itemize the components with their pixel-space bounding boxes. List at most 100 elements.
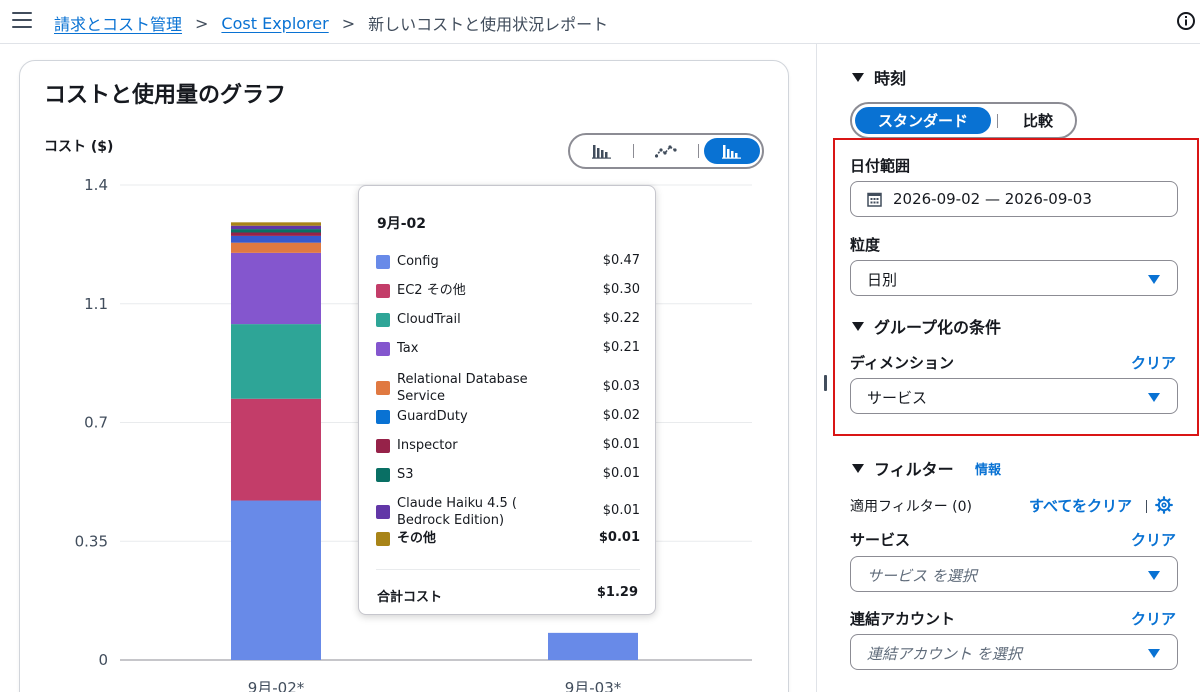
gear-icon[interactable] [1155, 496, 1173, 514]
tooltip-service-name: EC2 その他 [397, 283, 466, 298]
chart-type-selector [568, 133, 764, 169]
legend-swatch [376, 467, 390, 482]
mode-divider [997, 114, 998, 128]
legend-swatch [376, 409, 390, 424]
tooltip-service-value: $0.03 [602, 379, 640, 394]
filter-info-link[interactable]: 情報 [975, 459, 1001, 478]
caret-down-icon [852, 73, 864, 82]
breadcrumb-current-page: 新しいコストと使用状況レポート [368, 15, 609, 34]
tooltip-row: GuardDuty $0.02 [376, 408, 640, 425]
tooltip-row: Claude Haiku 4.5 ( Bedrock Edition) $0.01 [376, 495, 640, 529]
tooltip-row: Config $0.47 [376, 253, 640, 270]
tooltip-service-name: Relational Database Service [397, 372, 528, 404]
tooltip-service-name: GuardDuty [397, 409, 468, 424]
bar-segment[interactable] [231, 398, 321, 501]
caret-down-icon [852, 322, 864, 331]
breadcrumb-separator: > [195, 13, 209, 33]
stacked-bar-chart-icon[interactable] [704, 138, 760, 164]
line-chart-icon[interactable] [638, 138, 694, 164]
y-axis-title: コスト ($) [44, 139, 114, 155]
tooltip-service-name: S3 [397, 467, 414, 482]
bar-segment[interactable] [231, 225, 321, 230]
date-range-label: 日付範囲 [850, 157, 911, 175]
chart-card-title: コストと使用量のグラフ [44, 83, 287, 108]
filter-section-header[interactable]: フィルター [852, 456, 954, 480]
tooltip-service-name: Inspector [397, 438, 458, 453]
bar-segment[interactable] [231, 242, 321, 253]
chart-tooltip: 9月-02 合計コスト $1.29 Config $0.47 EC2 その他 $0.3… [358, 185, 656, 615]
tooltip-service-value: $0.47 [602, 252, 640, 268]
tooltip-row: Inspector $0.01 [376, 437, 640, 454]
tooltip-service-value: $0.01 [602, 465, 640, 481]
tooltip-title: 9月-02 [377, 216, 427, 232]
legend-swatch [376, 381, 390, 395]
group-by-section-header[interactable]: グループ化の条件 [852, 314, 1001, 338]
applied-filters-count: 適用フィルター (0) [850, 499, 973, 515]
panel-divider [816, 44, 817, 692]
bar-segment[interactable] [231, 252, 321, 325]
breadcrumb-cost-explorer-link[interactable]: Cost Explorer [221, 14, 328, 33]
linked-account-label: 連結アカウント [850, 610, 956, 628]
info-icon[interactable] [1176, 11, 1196, 31]
tooltip-row: Tax $0.21 [376, 340, 640, 357]
tooltip-service-value: $0.21 [602, 339, 640, 355]
compare-mode-button[interactable]: 比較 [1008, 107, 1068, 134]
granularity-label: 粒度 [850, 236, 881, 254]
tooltip-row: Relational Database Service $0.03 [376, 371, 640, 405]
tooltip-service-name: CloudTrail [397, 312, 461, 327]
dimension-value: サービス [867, 389, 928, 407]
legend-swatch [376, 283, 390, 298]
panel-resize-handle[interactable] [824, 375, 827, 391]
link-divider [1146, 500, 1147, 513]
linked-account-select[interactable]: 連結アカウント を選択 [850, 634, 1178, 670]
legend-swatch [376, 505, 390, 519]
legend-swatch [376, 254, 390, 269]
bar-segment[interactable] [231, 235, 321, 243]
caret-down-icon [1148, 275, 1160, 284]
date-range-picker[interactable]: 2026-09-02 — 2026-09-03 [850, 181, 1178, 217]
bar-segment[interactable] [548, 632, 638, 660]
caret-down-icon [852, 464, 864, 473]
caret-down-icon [1148, 393, 1160, 402]
time-section-header[interactable]: 時刻 [852, 65, 906, 89]
breadcrumb: 請求とコスト管理 > Cost Explorer > 新しいコストと使用状況レポ… [54, 11, 608, 35]
dimension-clear-link[interactable]: クリア [1131, 352, 1176, 373]
tooltip-row: その他 $0.01 [376, 530, 640, 547]
bar-segment[interactable] [231, 232, 321, 236]
tooltip-service-value: $0.01 [598, 529, 640, 545]
service-filter-select[interactable]: サービス を選択 [850, 556, 1178, 592]
tooltip-service-value: $0.02 [602, 407, 640, 423]
granularity-select[interactable]: 日別 [850, 260, 1178, 296]
dimension-select[interactable]: サービス [850, 378, 1178, 414]
service-filter-clear-link[interactable]: クリア [1131, 529, 1176, 550]
tooltip-service-value: $0.30 [602, 281, 640, 297]
service-filter-label: サービス [850, 531, 911, 549]
bar-segment[interactable] [231, 500, 321, 660]
calendar-icon [867, 192, 882, 207]
caret-down-icon [1148, 571, 1160, 580]
bar-segment[interactable] [231, 324, 321, 399]
bar-chart-icon[interactable] [574, 138, 630, 164]
tooltip-divider [376, 569, 640, 570]
tooltip-service-value: $0.01 [602, 436, 640, 452]
tooltip-row: EC2 その他 $0.30 [376, 282, 640, 299]
tooltip-row: S3 $0.01 [376, 466, 640, 483]
menu-icon[interactable] [12, 12, 32, 30]
caret-down-icon [1148, 649, 1160, 658]
tooltip-total-label: 合計コスト [377, 590, 443, 605]
report-mode-toggle: スタンダード 比較 [850, 102, 1077, 139]
tooltip-service-name: Tax [397, 341, 419, 356]
linked-account-placeholder: 連結アカウント を選択 [867, 645, 1022, 663]
legend-swatch [376, 438, 390, 453]
chart-type-divider [698, 144, 699, 158]
linked-account-clear-link[interactable]: クリア [1131, 608, 1176, 629]
tooltip-service-name: Claude Haiku 4.5 ( Bedrock Edition) [397, 496, 518, 528]
legend-swatch [376, 312, 390, 327]
legend-swatch [376, 341, 390, 356]
clear-all-filters-link[interactable]: すべてをクリア [1029, 495, 1132, 516]
dimension-label: ディメンション [850, 354, 954, 372]
standard-mode-button[interactable]: スタンダード [855, 107, 991, 134]
bar-segment[interactable] [231, 229, 321, 233]
breadcrumb-billing-link[interactable]: 請求とコスト管理 [54, 11, 182, 35]
bar-segment[interactable] [231, 222, 321, 226]
